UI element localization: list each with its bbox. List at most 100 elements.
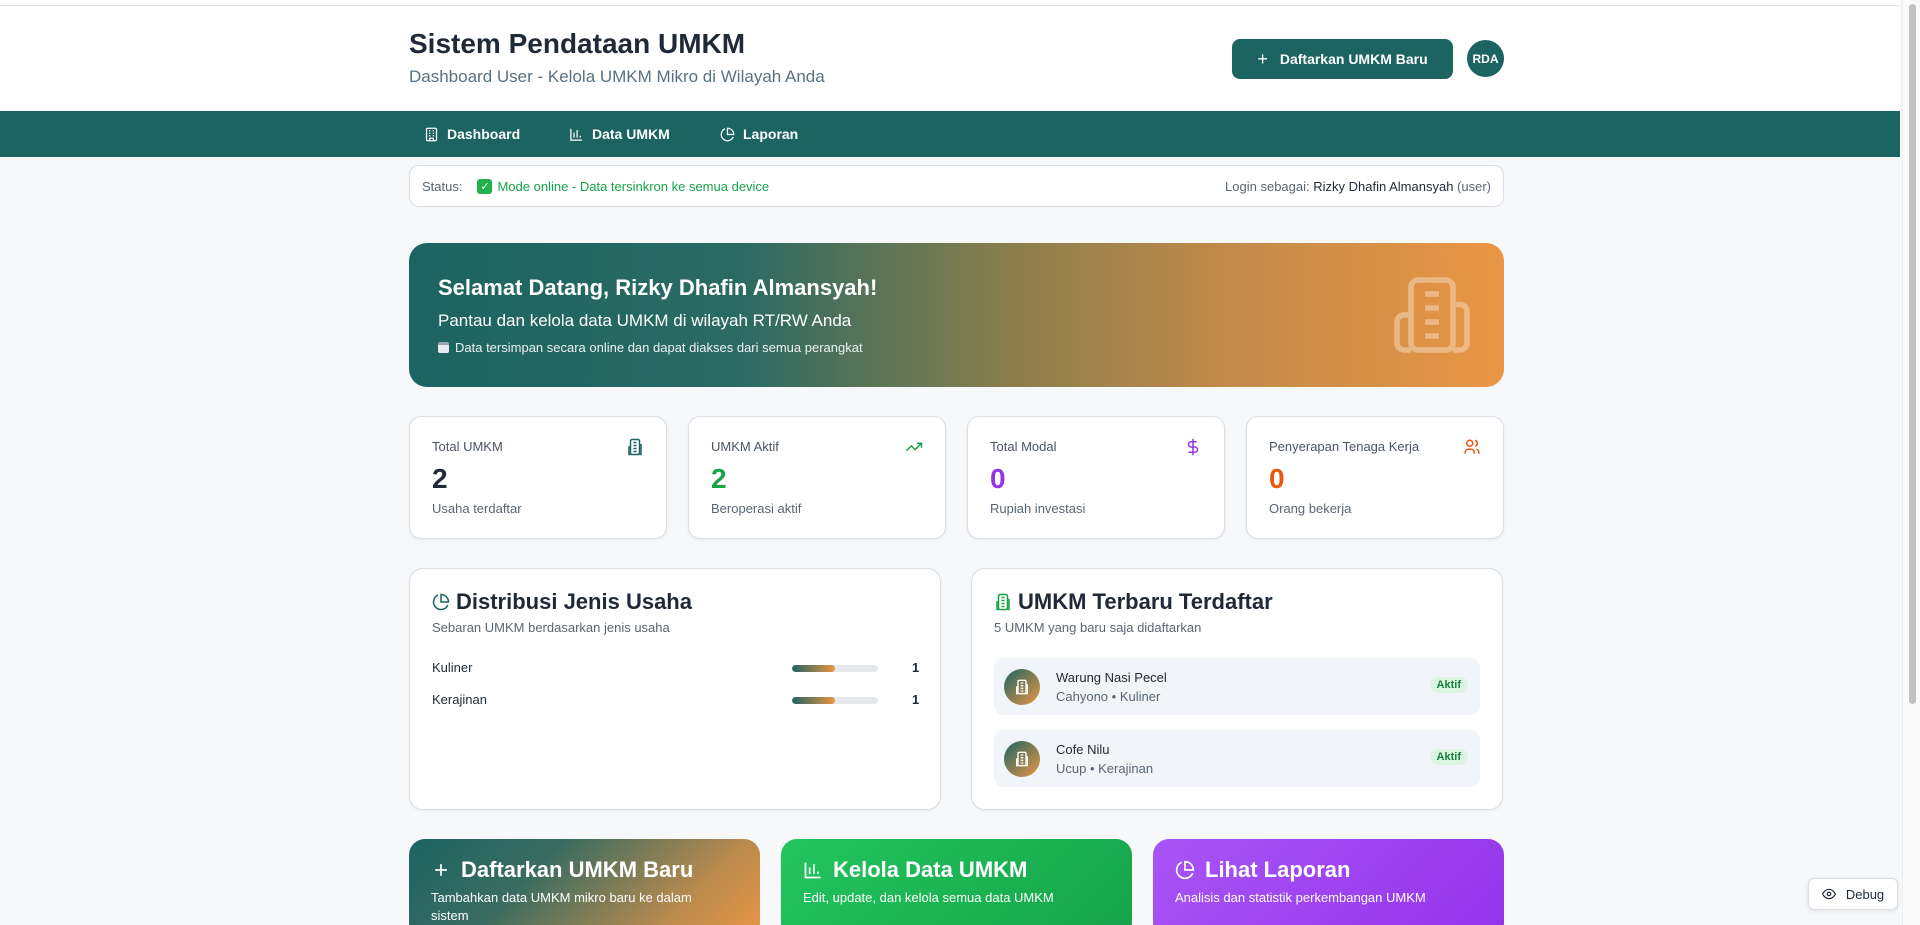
status-badge: Aktif	[1429, 677, 1468, 693]
action-title: Lihat Laporan	[1175, 857, 1350, 883]
plus-icon	[435, 864, 447, 876]
distribution-count: 1	[912, 660, 920, 675]
users-icon	[1464, 439, 1480, 454]
login-role: (user)	[1457, 178, 1491, 194]
online-status: ✓ Mode online - Data tersinkron ke semua…	[477, 178, 770, 194]
welcome-subtitle: Pantau dan kelola data UMKM di wilayah R…	[438, 311, 852, 330]
scrollbar-thumb[interactable]	[1909, 4, 1916, 704]
stat-label: Total UMKM	[432, 439, 503, 454]
umkm-avatar	[1004, 741, 1040, 777]
building-icon	[425, 127, 438, 141]
stat-desc: Usaha terdaftar	[432, 501, 522, 516]
stat-value: 0	[1269, 463, 1285, 494]
action-title-text: Kelola Data UMKM	[833, 857, 1028, 882]
latest-title: UMKM Terbaru Terdaftar	[994, 589, 1273, 615]
stat-desc: Rupiah investasi	[990, 501, 1086, 516]
bar-chart-icon	[570, 128, 583, 141]
action-desc: Analisis dan statistik perkembangan UMKM	[1175, 890, 1426, 905]
dollar-icon	[1187, 438, 1199, 456]
building-icon	[1016, 751, 1028, 767]
distribution-bar	[792, 697, 878, 704]
distribution-row: Kerajinan 1	[432, 689, 919, 711]
umkm-list-item[interactable]: Warung Nasi Pecel Cahyono • Kuliner Akti…	[994, 658, 1480, 715]
storage-icon	[438, 342, 449, 353]
stat-value: 2	[711, 463, 727, 494]
stat-desc: Orang bekerja	[1269, 501, 1352, 516]
status-badge: Aktif	[1429, 749, 1468, 765]
stat-card-total-modal: Total Modal 0 Rupiah investasi	[967, 416, 1225, 539]
action-desc: Tambahkan data UMKM mikro baru ke dalam …	[431, 890, 692, 923]
login-info: Login sebagai: Rizky Dhafin Almansyah (u…	[1225, 179, 1491, 194]
distribution-label: Kuliner	[432, 660, 473, 675]
plus-icon: +	[1257, 48, 1268, 69]
distribution-row: Kuliner 1	[432, 657, 919, 679]
bar-chart-icon	[804, 862, 821, 879]
action-desc: Edit, update, dan kelola semua data UMKM	[803, 890, 1054, 905]
nav-item-dashboard[interactable]: Dashboard	[424, 111, 520, 157]
eye-icon	[1821, 888, 1836, 900]
stat-label: Penyerapan Tenaga Kerja	[1269, 439, 1420, 454]
stat-label: UMKM Aktif	[711, 439, 779, 454]
user-avatar[interactable]: RDA	[1467, 40, 1504, 77]
nav-label: Data UMKM	[592, 126, 670, 142]
action-card-register[interactable]: Daftarkan UMKM Baru Tambahkan data UMKM …	[409, 839, 760, 925]
distribution-title: Distribusi Jenis Usaha	[432, 589, 692, 615]
check-icon: ✓	[477, 178, 493, 194]
nav-item-laporan[interactable]: Laporan	[720, 111, 798, 157]
distribution-count: 1	[912, 692, 920, 707]
umkm-meta: Ucup • Kerajinan	[1056, 761, 1154, 776]
nav-label: Laporan	[743, 126, 799, 142]
distribution-bar-fill	[792, 665, 835, 672]
nav-item-data-umkm[interactable]: Data UMKM	[569, 111, 670, 157]
action-title: Daftarkan UMKM Baru	[431, 857, 693, 883]
umkm-list-item[interactable]: Cofe Nilu Ucup • Kerajinan Aktif	[994, 730, 1480, 787]
app-subtitle: Dashboard User - Kelola UMKM Mikro di Wi…	[409, 67, 825, 86]
pie-chart-icon	[432, 593, 450, 611]
welcome-banner: Selamat Datang, Rizky Dhafin Almansyah! …	[409, 243, 1504, 387]
debug-label: Debug	[1845, 886, 1885, 902]
action-title-text: Lihat Laporan	[1205, 857, 1351, 882]
stat-label: Total Modal	[990, 439, 1057, 454]
latest-umkm-panel: UMKM Terbaru Terdaftar 5 UMKM yang baru …	[971, 568, 1503, 810]
welcome-title: Selamat Datang, Rizky Dhafin Almansyah!	[438, 275, 878, 300]
stat-card-total-umkm: Total UMKM 2 Usaha terdaftar	[409, 416, 667, 539]
action-card-report[interactable]: Lihat Laporan Analisis dan statistik per…	[1153, 839, 1504, 925]
online-status-text: Mode online - Data tersinkron ke semua d…	[497, 178, 770, 194]
main-nav: Dashboard Data UMKM Laporan	[0, 111, 1900, 157]
pie-chart-icon	[1175, 860, 1195, 880]
debug-button[interactable]: Debug	[1808, 878, 1898, 910]
action-title: Kelola Data UMKM	[803, 857, 1027, 883]
page-scrollbar[interactable]	[1902, 0, 1920, 925]
latest-title-text: UMKM Terbaru Terdaftar	[1018, 589, 1273, 614]
welcome-note: Data tersimpan secara online dan dapat d…	[438, 340, 863, 355]
stat-card-tenaga-kerja: Penyerapan Tenaga Kerja 0 Orang bekerja	[1246, 416, 1504, 539]
building-icon	[996, 593, 1010, 611]
status-label: Status:	[422, 178, 463, 194]
stat-value: 0	[990, 463, 1006, 494]
umkm-avatar	[1004, 669, 1040, 705]
register-umkm-button[interactable]: + Daftarkan UMKM Baru	[1232, 39, 1453, 79]
welcome-note-text: Data tersimpan secara online dan dapat d…	[455, 340, 863, 355]
status-bar: Status: ✓ Mode online - Data tersinkron …	[409, 165, 1504, 207]
register-umkm-label: Daftarkan UMKM Baru	[1279, 51, 1428, 67]
stat-value: 2	[432, 463, 448, 494]
header: Sistem Pendataan UMKM Dashboard User - K…	[0, 6, 1900, 111]
building-icon	[1016, 679, 1028, 695]
distribution-bar-fill	[792, 697, 835, 704]
app-title: Sistem Pendataan UMKM	[409, 28, 746, 59]
distribution-label: Kerajinan	[432, 692, 487, 707]
action-card-manage[interactable]: Kelola Data UMKM Edit, update, dan kelol…	[781, 839, 1132, 925]
stat-desc: Beroperasi aktif	[711, 501, 802, 516]
umkm-name: Cofe Nilu	[1056, 742, 1110, 757]
stat-card-umkm-aktif: UMKM Aktif 2 Beroperasi aktif	[688, 416, 946, 539]
trending-up-icon	[905, 442, 923, 452]
umkm-name: Warung Nasi Pecel	[1056, 670, 1167, 685]
nav-label: Dashboard	[447, 126, 521, 142]
distribution-bar	[792, 665, 878, 672]
building-icon	[1394, 277, 1470, 353]
latest-subtitle: 5 UMKM yang baru saja didaftarkan	[994, 620, 1202, 635]
action-title-text: Daftarkan UMKM Baru	[461, 857, 694, 882]
login-prefix: Login sebagai:	[1225, 178, 1310, 194]
login-name: Rizky Dhafin Almansyah	[1313, 178, 1454, 194]
umkm-meta: Cahyono • Kuliner	[1056, 689, 1161, 704]
